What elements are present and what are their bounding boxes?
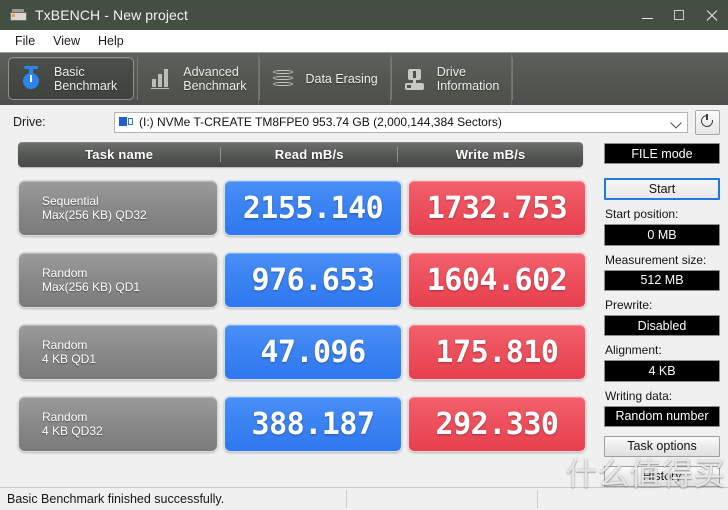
write-value: 1604.602 — [426, 262, 568, 298]
results-panel: Task name Read mB/s Write mB/s Sequentia… — [0, 139, 600, 487]
chevron-down-icon[interactable] — [670, 116, 683, 129]
maximize-icon — [673, 10, 684, 20]
task-name-line2: 4 KB QD1 — [42, 351, 97, 366]
task-tile[interactable]: Random 4 KB QD32 — [18, 396, 218, 452]
table-row: Random Max(256 KB) QD1 976.653 1604.602 — [18, 249, 586, 311]
prewrite-label: Prewrite: — [605, 297, 653, 312]
read-value: 2155.140 — [242, 190, 384, 226]
measurement-size-label: Measurement size: — [605, 252, 707, 267]
read-value: 388.187 — [251, 406, 375, 442]
file-mode-button[interactable]: FILE mode — [604, 143, 720, 165]
menu-item-view[interactable]: View — [44, 32, 89, 50]
writing-data-value[interactable]: Random number — [604, 405, 720, 427]
task-name-line1: Random — [42, 409, 88, 424]
tab-advanced-benchmark[interactable]: Advanced Benchmark — [138, 53, 260, 105]
task-tile[interactable]: Random Max(256 KB) QD1 — [18, 252, 218, 308]
bar-chart-icon — [148, 65, 174, 93]
start-position-label: Start position: — [605, 207, 679, 222]
write-value-tile: 175.810 — [408, 324, 586, 380]
stopwatch-icon — [19, 65, 45, 93]
settings-sidebar: FILE mode Start Start position: 0 MB Mea… — [600, 139, 728, 488]
column-header-read: Read mB/s — [220, 147, 397, 162]
sidebar-gap-2 — [604, 427, 720, 436]
drive-select[interactable]: (I:) NVMe T-CREATE TM8FPE0 953.74 GB (2,… — [114, 111, 688, 133]
drive-label: Drive: — [13, 115, 46, 129]
shredder-icon — [270, 65, 296, 93]
drive-selected-value: (I:) NVMe T-CREATE TM8FPE0 953.74 GB (2,… — [139, 115, 502, 129]
close-button[interactable] — [694, 0, 728, 30]
status-message: Basic Benchmark finished successfully. — [7, 492, 225, 506]
start-position-value[interactable]: 0 MB — [604, 224, 720, 246]
read-value-tile: 47.096 — [224, 324, 402, 380]
tab-advanced-benchmark-label: Advanced Benchmark — [183, 65, 247, 93]
tab-basic-benchmark-label: Basic Benchmark — [54, 64, 118, 93]
task-name-line1: Random — [42, 265, 88, 280]
tab-data-erasing-label: Data Erasing — [305, 72, 378, 86]
window-title: TxBENCH - New project — [35, 7, 189, 23]
status-bar: Basic Benchmark finished successfully. — [0, 487, 728, 510]
write-value-tile: 1604.602 — [408, 252, 586, 308]
main-body: Task name Read mB/s Write mB/s Sequentia… — [0, 139, 728, 488]
tab-drive-information-label: Drive Information — [436, 65, 500, 93]
status-divider-2 — [537, 490, 538, 508]
write-value: 292.330 — [435, 406, 559, 442]
write-value: 1732.753 — [426, 190, 568, 226]
write-value-tile: 292.330 — [408, 396, 586, 452]
menu-bar: File View Help — [0, 30, 728, 52]
app-drive-icon — [9, 7, 27, 23]
tab-divider-4 — [512, 57, 514, 100]
maximize-button[interactable] — [663, 0, 694, 30]
task-name-line1: Random — [42, 337, 88, 352]
drive-row: Drive: (I:) NVMe T-CREATE TM8FPE0 953.74… — [0, 105, 728, 139]
refresh-button[interactable] — [695, 109, 720, 135]
minimize-button[interactable] — [632, 0, 663, 30]
sidebar-gap-1 — [604, 164, 720, 178]
start-button[interactable]: Start — [604, 177, 720, 201]
table-row: Random 4 KB QD1 47.096 175.810 — [18, 321, 586, 383]
writing-data-label: Writing data: — [605, 388, 673, 403]
title-bar: TxBENCH - New project — [0, 0, 728, 30]
table-row: Random 4 KB QD32 388.187 292.330 — [18, 393, 586, 455]
tab-data-erasing[interactable]: Data Erasing — [260, 53, 391, 105]
task-name-line1: Sequential — [42, 193, 99, 208]
menu-item-help[interactable]: Help — [89, 32, 133, 50]
measurement-size-value[interactable]: 512 MB — [604, 269, 720, 291]
task-options-button[interactable]: Task options — [604, 435, 720, 458]
history-button[interactable]: History — [604, 465, 720, 488]
results-header: Task name Read mB/s Write mB/s — [18, 142, 583, 167]
read-value-tile: 976.653 — [224, 252, 402, 308]
close-icon — [705, 9, 718, 22]
tab-basic-benchmark[interactable]: Basic Benchmark — [8, 57, 135, 100]
alignment-value[interactable]: 4 KB — [604, 360, 720, 382]
read-value: 47.096 — [260, 334, 366, 370]
task-name-line2: Max(256 KB) QD1 — [42, 279, 141, 294]
read-value-tile: 388.187 — [224, 396, 402, 452]
task-name-line2: Max(256 KB) QD32 — [42, 207, 147, 222]
read-value-tile: 2155.140 — [224, 180, 402, 236]
write-value: 175.810 — [435, 334, 559, 370]
read-value: 976.653 — [251, 262, 375, 298]
status-divider-1 — [346, 490, 347, 508]
column-header-write: Write mB/s — [397, 147, 583, 162]
drive-item-icon — [119, 116, 134, 128]
tab-strip: Basic Benchmark Advanced Benchmark Data … — [0, 52, 728, 105]
prewrite-value[interactable]: Disabled — [604, 314, 720, 337]
write-value-tile: 1732.753 — [408, 180, 586, 236]
task-tile[interactable]: Sequential Max(256 KB) QD32 — [18, 180, 218, 236]
task-tile[interactable]: Random 4 KB QD1 — [18, 324, 218, 380]
window-controls — [632, 0, 728, 30]
table-row: Sequential Max(256 KB) QD32 2155.140 173… — [18, 177, 586, 239]
alignment-label: Alignment: — [605, 343, 662, 358]
drive-info-icon — [402, 65, 428, 93]
txbench-window: TxBENCH - New project File View Help Bas… — [0, 0, 728, 510]
task-name-line2: 4 KB QD32 — [42, 423, 103, 438]
column-header-task-name: Task name — [85, 147, 154, 162]
tab-drive-information[interactable]: Drive Information — [392, 53, 513, 105]
sidebar-gap-3 — [604, 457, 720, 466]
menu-item-file[interactable]: File — [6, 32, 44, 50]
minimize-icon — [642, 18, 653, 19]
